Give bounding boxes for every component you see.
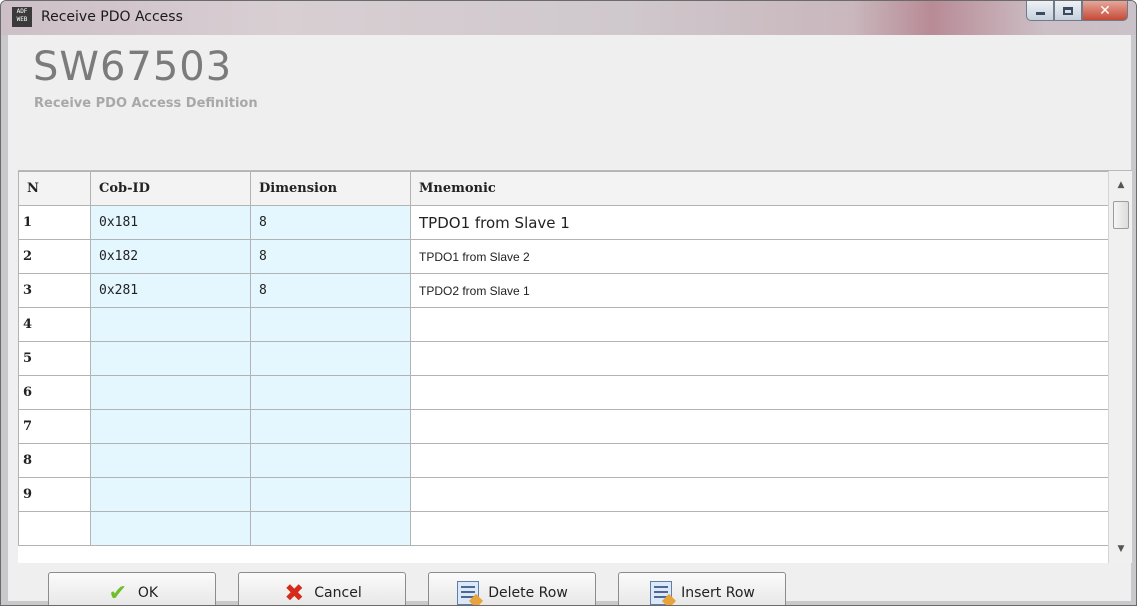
row-number: 6: [18, 375, 91, 410]
table-row[interactable]: 4: [18, 307, 1109, 342]
table-row[interactable]: 1 0x181 8 TPDO1 from Slave 1: [18, 205, 1109, 240]
dimension-cell[interactable]: [250, 409, 411, 444]
row-number: [18, 511, 91, 546]
mnemonic-cell[interactable]: [410, 511, 1109, 546]
cob-id-cell[interactable]: [90, 341, 251, 376]
mnemonic-cell[interactable]: [410, 375, 1109, 410]
dimension-cell[interactable]: [250, 511, 411, 546]
cob-id-cell[interactable]: [90, 477, 251, 512]
insert-row-icon: [649, 581, 673, 605]
table-row[interactable]: 9: [18, 477, 1109, 512]
maximize-button[interactable]: [1054, 1, 1082, 21]
scroll-thumb[interactable]: [1113, 201, 1129, 229]
mnemonic-cell[interactable]: [410, 409, 1109, 444]
column-header-cob-id[interactable]: Cob-ID: [90, 171, 251, 206]
cob-id-cell[interactable]: 0x281: [90, 273, 251, 308]
cob-id-cell[interactable]: [90, 409, 251, 444]
minimize-button[interactable]: [1026, 1, 1054, 21]
row-number: 4: [18, 307, 91, 342]
scroll-up-icon[interactable]: ▲: [1109, 175, 1132, 195]
dimension-cell[interactable]: [250, 443, 411, 478]
dimension-cell[interactable]: 8: [250, 239, 411, 274]
window-controls: ✕: [1026, 1, 1128, 21]
table-row[interactable]: [18, 511, 1109, 546]
maximize-icon: [1063, 6, 1073, 15]
pdo-table: N Cob-ID Dimension Mnemonic 1 0x181 8 TP…: [18, 170, 1132, 563]
mnemonic-cell[interactable]: TPDO1 from Slave 2: [410, 239, 1109, 274]
row-number: 5: [18, 341, 91, 376]
cob-id-cell[interactable]: [90, 307, 251, 342]
ok-button-label: OK: [137, 585, 159, 601]
page-subtitle: Receive PDO Access Definition: [34, 96, 258, 111]
cancel-button-label: Cancel: [314, 585, 362, 601]
table-row[interactable]: 7: [18, 409, 1109, 444]
scroll-down-icon[interactable]: ▼: [1109, 539, 1132, 559]
column-header-n[interactable]: N: [18, 171, 91, 206]
table-row[interactable]: 2 0x182 8 TPDO1 from Slave 2: [18, 239, 1109, 274]
mnemonic-cell[interactable]: TPDO1 from Slave 1: [410, 205, 1109, 240]
mnemonic-cell[interactable]: [410, 443, 1109, 478]
table-header-row: N Cob-ID Dimension Mnemonic: [18, 171, 1109, 206]
cob-id-cell[interactable]: 0x182: [90, 239, 251, 274]
insert-row-button[interactable]: Insert Row: [618, 572, 786, 605]
page-title: SW67503: [33, 44, 233, 90]
window-title: Receive PDO Access: [41, 9, 183, 25]
mnemonic-cell[interactable]: [410, 341, 1109, 376]
row-number: 1: [18, 205, 91, 240]
mnemonic-cell[interactable]: [410, 307, 1109, 342]
pdo-grid: N Cob-ID Dimension Mnemonic 1 0x181 8 TP…: [18, 171, 1109, 546]
column-header-dimension[interactable]: Dimension: [250, 171, 411, 206]
check-icon: ✔: [108, 580, 128, 606]
window: ADF WEB Receive PDO Access ✕ SW67503 Rec…: [0, 0, 1137, 606]
dimension-cell[interactable]: [250, 341, 411, 376]
button-bar: ✔ OK ✖ Cancel Delete Row Insert Row: [18, 564, 1130, 605]
cob-id-cell[interactable]: [90, 511, 251, 546]
row-number: 2: [18, 239, 91, 274]
x-icon: ✖: [284, 579, 305, 606]
dimension-cell[interactable]: [250, 477, 411, 512]
cob-id-cell[interactable]: 0x181: [90, 205, 251, 240]
row-number: 9: [18, 477, 91, 512]
vertical-scrollbar[interactable]: ▲ ▼: [1108, 171, 1132, 563]
table-row[interactable]: 8: [18, 443, 1109, 478]
table-row[interactable]: 3 0x281 8 TPDO2 from Slave 1: [18, 273, 1109, 308]
dimension-cell[interactable]: 8: [250, 273, 411, 308]
delete-row-button-label: Delete Row: [488, 585, 568, 601]
dimension-cell[interactable]: [250, 307, 411, 342]
mnemonic-cell[interactable]: TPDO2 from Slave 1: [410, 273, 1109, 308]
content-panel: SW67503 Receive PDO Access Definition N …: [8, 35, 1132, 605]
delete-row-button[interactable]: Delete Row: [428, 572, 596, 605]
dimension-cell[interactable]: [250, 375, 411, 410]
app-icon: ADF WEB: [12, 7, 32, 27]
table-row[interactable]: 5: [18, 341, 1109, 376]
close-icon: ✕: [1099, 2, 1111, 19]
row-number: 8: [18, 443, 91, 478]
mnemonic-cell[interactable]: [410, 477, 1109, 512]
ok-button[interactable]: ✔ OK: [48, 572, 216, 606]
cancel-button[interactable]: ✖ Cancel: [238, 572, 406, 606]
row-number: 3: [18, 273, 91, 308]
close-button[interactable]: ✕: [1082, 1, 1128, 21]
title-bar[interactable]: ADF WEB Receive PDO Access ✕: [1, 1, 1136, 35]
cob-id-cell[interactable]: [90, 375, 251, 410]
dimension-cell[interactable]: 8: [250, 205, 411, 240]
delete-row-icon: [456, 581, 480, 605]
column-header-mnemonic[interactable]: Mnemonic: [410, 171, 1109, 206]
cob-id-cell[interactable]: [90, 443, 251, 478]
insert-row-button-label: Insert Row: [681, 585, 755, 601]
row-number: 7: [18, 409, 91, 444]
minimize-icon: [1035, 12, 1045, 15]
table-row[interactable]: 6: [18, 375, 1109, 410]
